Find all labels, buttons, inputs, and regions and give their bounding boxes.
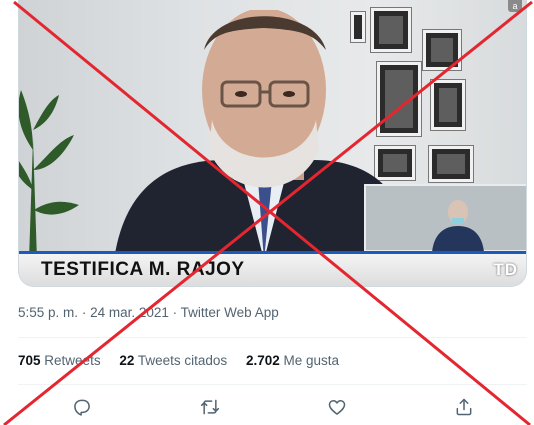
plant-image [19, 90, 79, 260]
like-button[interactable] [325, 395, 349, 419]
lower-third-banner: TESTIFICA M. RAJOY TD [19, 251, 526, 286]
likes-label: Me gusta [283, 353, 340, 368]
channel-logo: TD [493, 260, 518, 279]
tweet-detail: TESTIFICA M. RAJOY TD a 5:55 p. m. · 24 … [0, 0, 534, 425]
picture-in-picture [364, 184, 526, 252]
tweet-actions [18, 393, 527, 421]
divider [18, 337, 527, 338]
retweets-label: Retweets [44, 353, 101, 368]
share-icon [456, 398, 472, 416]
retweet-button[interactable] [198, 395, 222, 419]
corner-badge: a [508, 0, 522, 12]
retweets-count: 705 [18, 353, 41, 368]
video-caption: TESTIFICA M. RAJOY [41, 259, 245, 280]
tweet-timestamp-line: 5:55 p. m. · 24 mar. 2021 · Twitter Web … [18, 305, 279, 320]
quote-tweets-count: 22 [119, 353, 135, 368]
share-button[interactable] [452, 395, 476, 419]
meta-separator: · [172, 305, 178, 320]
engagement-stats: 705 Retweets 22 Tweets citados 2.702 Me … [18, 353, 354, 368]
divider [18, 384, 527, 385]
tweet-video[interactable]: TESTIFICA M. RAJOY TD a [18, 0, 527, 287]
tweet-date[interactable]: 24 mar. 2021 [90, 305, 169, 320]
tweet-time[interactable]: 5:55 p. m. [18, 305, 78, 320]
quote-tweets-stat[interactable]: 22 Tweets citados [119, 353, 231, 368]
meta-separator: · [81, 305, 87, 320]
quote-tweets-label: Tweets citados [137, 353, 228, 368]
wall-photo [423, 30, 461, 70]
inset-person-image [432, 200, 484, 252]
retweet-icon [200, 399, 220, 415]
wall-photo [431, 80, 465, 130]
retweets-stat[interactable]: 705 Retweets [18, 353, 104, 368]
likes-count: 2.702 [245, 353, 280, 368]
wall-photo [429, 146, 473, 182]
reply-button[interactable] [70, 395, 94, 419]
likes-stat[interactable]: 2.702 Me gusta [246, 353, 339, 368]
reply-icon [74, 399, 90, 416]
tweet-source[interactable]: Twitter Web App [181, 305, 279, 320]
like-icon [328, 400, 346, 415]
